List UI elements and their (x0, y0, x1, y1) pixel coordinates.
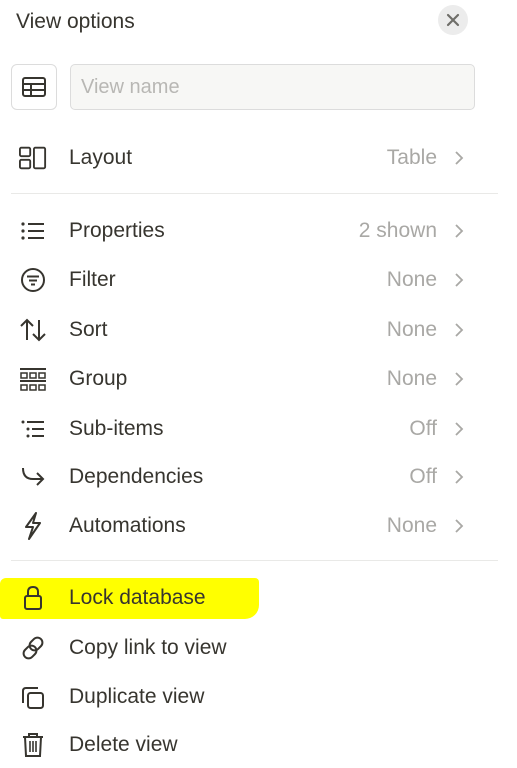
lock-icon (19, 584, 47, 612)
properties-row[interactable]: Properties 2 shown (11, 210, 477, 250)
chevron-right-icon (451, 420, 467, 438)
properties-label: Properties (69, 219, 165, 242)
sort-row[interactable]: Sort None (11, 309, 477, 349)
sort-value: None (386, 318, 437, 341)
layout-value: Table (386, 146, 437, 169)
divider (11, 560, 498, 561)
chevron-right-icon (451, 321, 467, 339)
group-icon (19, 365, 47, 393)
automations-label: Automations (69, 514, 186, 537)
panel-title: View options (16, 10, 135, 33)
sub-items-icon (19, 415, 47, 443)
layout-label: Layout (69, 146, 133, 169)
dependency-arrow-icon (19, 463, 47, 491)
duplicate-icon (19, 683, 47, 711)
sub-items-label: Sub-items (69, 417, 164, 440)
close-button[interactable] (438, 5, 468, 35)
properties-value: 2 shown (358, 219, 437, 242)
link-icon (19, 634, 47, 662)
chevron-right-icon (451, 149, 467, 167)
close-icon (446, 13, 460, 27)
chevron-right-icon (451, 271, 467, 289)
delete-view-row[interactable]: Delete view (11, 724, 477, 764)
dependencies-label: Dependencies (69, 465, 204, 488)
copy-link-row[interactable]: Copy link to view (11, 627, 477, 667)
sub-items-row[interactable]: Sub-items Off (11, 408, 477, 448)
filter-label: Filter (69, 268, 116, 291)
sort-label: Sort (69, 318, 108, 341)
sort-arrows-icon (19, 316, 47, 344)
filter-value: None (386, 268, 437, 291)
dependencies-row[interactable]: Dependencies Off (11, 456, 477, 496)
view-name-row (11, 64, 477, 112)
filter-icon (19, 266, 47, 294)
dependencies-value: Off (409, 465, 437, 488)
automations-value: None (386, 514, 437, 537)
view-options-panel: View options View name Layout Table Prop… (0, 0, 517, 768)
chevron-right-icon (451, 517, 467, 535)
layout-row[interactable]: Layout Table (11, 137, 477, 177)
lock-database-label: Lock database (69, 586, 206, 609)
chevron-right-icon (451, 222, 467, 240)
view-name-input[interactable] (70, 64, 475, 110)
view-icon-button[interactable] (11, 64, 57, 110)
chevron-right-icon (451, 370, 467, 388)
lightning-icon (19, 512, 47, 540)
lock-database-row[interactable]: Lock database (11, 577, 477, 617)
duplicate-view-label: Duplicate view (69, 685, 205, 708)
chevron-right-icon (451, 468, 467, 486)
divider (11, 193, 498, 194)
delete-view-label: Delete view (69, 733, 178, 756)
automations-row[interactable]: Automations None (11, 505, 477, 545)
table-icon (21, 76, 47, 98)
group-label: Group (69, 367, 128, 390)
layout-icon (19, 144, 47, 172)
panel-header: View options (16, 5, 476, 38)
filter-row[interactable]: Filter None (11, 259, 477, 299)
copy-link-label: Copy link to view (69, 636, 227, 659)
group-value: None (386, 367, 437, 390)
list-icon (19, 217, 47, 245)
duplicate-view-row[interactable]: Duplicate view (11, 676, 477, 716)
trash-icon (19, 731, 47, 759)
sub-items-value: Off (409, 417, 437, 440)
group-row[interactable]: Group None (11, 358, 477, 398)
